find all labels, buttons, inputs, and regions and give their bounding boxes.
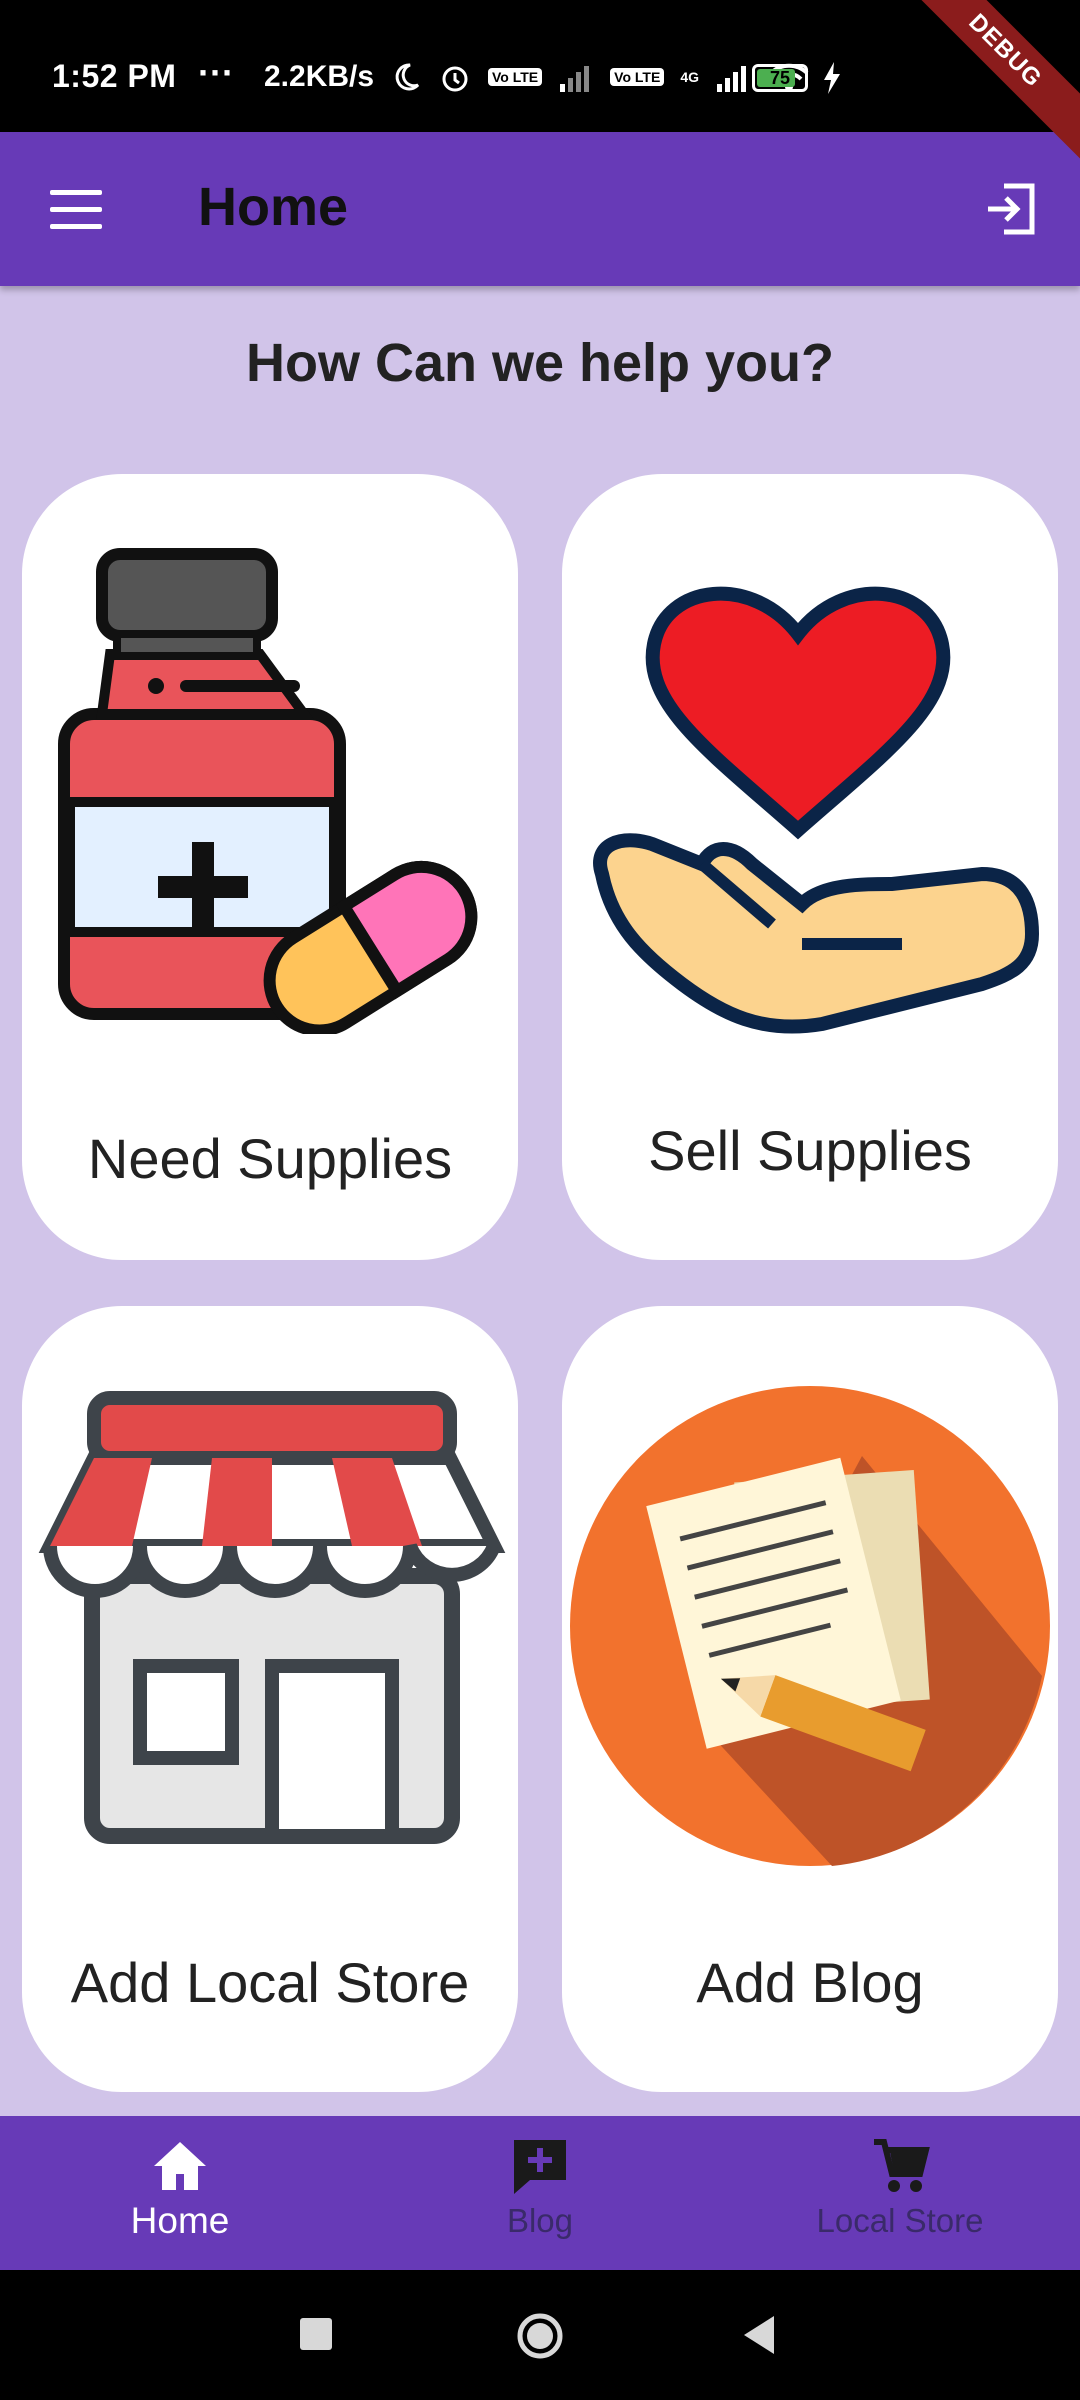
nav-label-blog: Blog: [506, 2202, 574, 2239]
volte-badge-2: Vo LTE: [610, 68, 665, 86]
recents-button[interactable]: [296, 2310, 336, 2360]
signal-icon-2: [717, 66, 746, 92]
sell-supplies-card[interactable]: Sell Supplies: [562, 474, 1058, 1260]
volte-badge-1: Vo LTE: [488, 68, 543, 86]
moon-icon: [395, 63, 420, 91]
charging-icon: [824, 62, 840, 94]
back-button[interactable]: [740, 2310, 780, 2360]
help-heading: How Can we help you?: [245, 333, 835, 393]
add-blog-card[interactable]: Add Blog: [562, 1306, 1058, 2092]
nav-label-home: Home: [130, 2200, 230, 2241]
logout-icon[interactable]: [982, 180, 1040, 238]
home-icon: [154, 2142, 206, 2190]
add-local-store-card[interactable]: Add Local Store: [22, 1306, 518, 2092]
alarm-icon: [442, 66, 468, 92]
blog-paper-pencil-icon: [570, 1386, 1050, 1866]
signal-icon-1: [560, 66, 590, 92]
bottom-navigation: Home Blog Local Store: [0, 2116, 1080, 2270]
need-supplies-label: Need Supplies: [87, 1127, 453, 1190]
status-icons: Vo LTE Vo LTE 4G: [390, 60, 811, 94]
menu-icon[interactable]: [50, 190, 104, 230]
page-title: Home: [198, 177, 349, 237]
nav-label-local-store: Local Store: [816, 2202, 984, 2239]
network-type: 4G: [680, 69, 699, 85]
need-supplies-card[interactable]: Need Supplies: [22, 474, 518, 1260]
sell-supplies-label: Sell Supplies: [648, 1119, 972, 1182]
app-bar: Home: [0, 132, 1080, 286]
nav-item-home[interactable]: Home: [0, 2116, 360, 2270]
status-dots: ···: [198, 52, 234, 93]
add-comment-icon: [514, 2140, 566, 2194]
nav-item-local-store[interactable]: Local Store: [720, 2116, 1080, 2270]
status-speed: 2.2KB/s: [264, 60, 375, 93]
heart-in-hand-icon: [593, 586, 1040, 1034]
status-time: 1:52 PM: [52, 58, 177, 94]
add-local-store-label: Add Local Store: [70, 1951, 470, 2014]
add-blog-label: Add Blog: [696, 1951, 924, 2014]
battery-icon: 75: [752, 64, 808, 92]
system-navigation-bar: [0, 2270, 1080, 2400]
battery-level: 75: [769, 68, 791, 88]
medicine-bottle-icon: [58, 548, 478, 1034]
storefront-icon: [38, 1391, 506, 1844]
home-button[interactable]: [514, 2310, 566, 2362]
cart-icon: [874, 2139, 930, 2192]
status-bar: 1:52 PM ··· 2.2KB/s Vo LTE Vo LTE 4G 75: [0, 0, 1080, 132]
nav-item-blog[interactable]: Blog: [360, 2116, 720, 2270]
